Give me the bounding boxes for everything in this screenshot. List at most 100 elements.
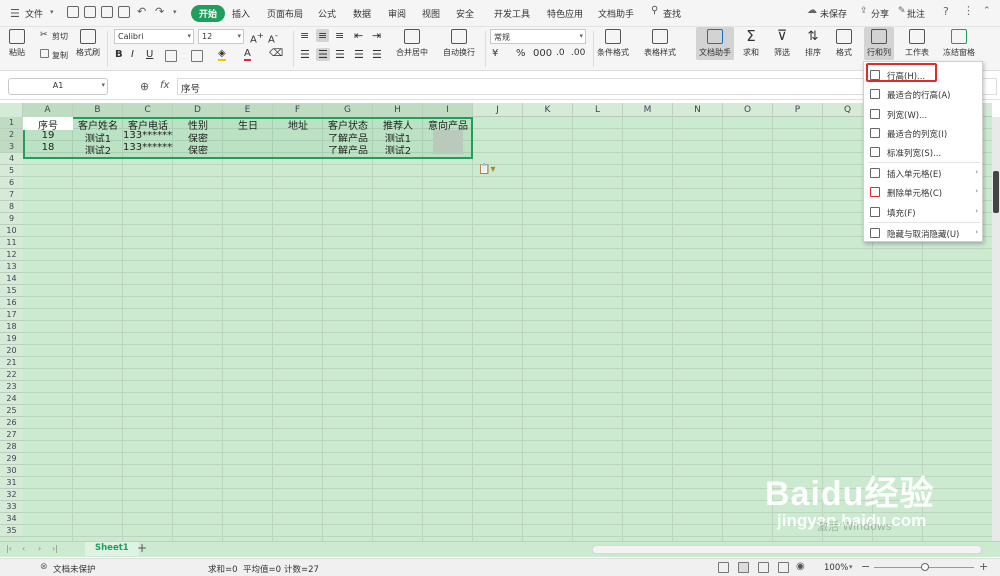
wrap-text-button[interactable]: 自动换行 <box>443 29 475 58</box>
column-header-d[interactable]: D <box>173 103 223 117</box>
row-header-20[interactable]: 20 <box>0 345 23 357</box>
currency-icon[interactable]: ¥ <box>492 48 498 59</box>
menu-item-std-col-width[interactable]: 标准列宽(S)... <box>864 143 984 162</box>
fx-icon[interactable]: fx <box>160 80 169 91</box>
header-cell[interactable]: 生日 <box>223 117 273 130</box>
data-cell[interactable]: 了解产品 <box>323 142 373 154</box>
zoom-formula-icon[interactable]: ⊕ <box>140 80 149 93</box>
row-header-4[interactable]: 4 <box>0 153 23 165</box>
menu-item-fit-col-width[interactable]: 最适合的列宽(I) <box>864 124 984 143</box>
data-cell[interactable] <box>433 130 463 142</box>
data-cell[interactable] <box>223 142 273 154</box>
row-header-26[interactable]: 26 <box>0 417 23 429</box>
data-cell[interactable] <box>273 130 323 142</box>
zoom-dropdown-icon[interactable]: ▾ <box>849 563 853 571</box>
row-header-32[interactable]: 32 <box>0 489 23 501</box>
conditional-format-button[interactable]: 条件格式 <box>597 29 629 58</box>
copy-button[interactable]: 复制 <box>52 50 68 61</box>
row-header-8[interactable]: 8 <box>0 201 23 213</box>
print-preview-icon[interactable] <box>84 6 96 18</box>
format-button[interactable]: 格式 <box>836 29 852 58</box>
row-header-7[interactable]: 7 <box>0 189 23 201</box>
select-all-corner[interactable] <box>0 103 23 117</box>
comment-icon[interactable]: ✎ <box>898 6 906 16</box>
view-normal-icon[interactable] <box>718 562 729 573</box>
redo-icon[interactable]: ↷ <box>155 5 164 18</box>
number-format-select[interactable]: 常规 ▾ <box>490 29 586 44</box>
row-header-1[interactable]: 1 <box>0 117 23 129</box>
header-cell[interactable]: 客户姓名 <box>73 117 123 130</box>
view-page-break-icon[interactable] <box>778 562 789 573</box>
header-cell[interactable]: 推荐人 <box>373 117 423 130</box>
header-cell[interactable]: 客户电话 <box>123 117 173 130</box>
print-icon[interactable] <box>101 6 113 18</box>
cloud-icon[interactable]: ☁ <box>807 5 817 16</box>
data-cell[interactable] <box>433 142 463 154</box>
row-header-25[interactable]: 25 <box>0 405 23 417</box>
more-icon[interactable]: ⋮ <box>963 4 974 17</box>
copy-icon[interactable] <box>40 49 49 58</box>
align-middle-icon[interactable]: ≡ <box>316 29 330 42</box>
view-grid-icon[interactable] <box>738 562 749 573</box>
tab-data[interactable]: 数据 <box>353 7 371 20</box>
paste-button[interactable]: 粘贴 <box>9 29 25 58</box>
row-header-34[interactable]: 34 <box>0 513 23 525</box>
row-header-33[interactable]: 33 <box>0 501 23 513</box>
row-header-6[interactable]: 6 <box>0 177 23 189</box>
row-header-24[interactable]: 24 <box>0 393 23 405</box>
column-header-p[interactable]: P <box>773 103 823 117</box>
paste-options-icon[interactable]: 📋▾ <box>478 164 495 175</box>
search-label[interactable]: 查找 <box>663 7 681 20</box>
menu-item-insert-cell[interactable]: 插入单元格(E) › <box>864 164 984 183</box>
add-sheet-button[interactable]: + <box>137 541 147 555</box>
cut-button[interactable]: 剪切 <box>52 31 68 42</box>
menu-item-col-width[interactable]: 列宽(W)... <box>864 105 984 124</box>
collapse-ribbon-icon[interactable]: ⌃ <box>983 6 991 16</box>
doc-protect-status[interactable]: 文档未保护 <box>53 563 96 575</box>
row-header-23[interactable]: 23 <box>0 381 23 393</box>
row-header-30[interactable]: 30 <box>0 465 23 477</box>
doc-assistant-button[interactable]: 文档助手 <box>696 27 734 60</box>
column-header-i[interactable]: I <box>423 103 473 117</box>
font-size-select[interactable]: 12 ▾ <box>198 29 244 44</box>
decimal-decrease-icon[interactable]: .00 <box>571 48 585 58</box>
search-icon[interactable]: ⚲ <box>651 5 658 16</box>
sheet-tab-sheet1[interactable]: Sheet1 <box>85 542 139 556</box>
unsaved-label[interactable]: 未保存 <box>820 7 847 20</box>
header-cell[interactable]: 地址 <box>273 117 323 130</box>
menu-item-delete-cell[interactable]: 删除单元格(C) › <box>864 183 984 202</box>
last-sheet-icon[interactable]: ›| <box>52 544 58 553</box>
column-header-h[interactable]: H <box>373 103 423 117</box>
scroll-thumb[interactable] <box>993 171 999 213</box>
row-header-31[interactable]: 31 <box>0 477 23 489</box>
prev-sheet-icon[interactable]: ‹ <box>22 544 25 553</box>
sort-button[interactable]: ⇅ 排序 <box>805 29 821 58</box>
help-icon[interactable]: ? <box>943 5 949 18</box>
decimal-increase-icon[interactable]: .0 <box>556 48 565 58</box>
row-header-14[interactable]: 14 <box>0 273 23 285</box>
hamburger-icon[interactable]: ☰ <box>10 7 20 20</box>
data-cell[interactable]: 测试1 <box>373 130 423 142</box>
rows-cols-button[interactable]: 行和列 <box>864 27 894 60</box>
comment-button[interactable]: 批注 <box>907 7 925 20</box>
data-cell[interactable]: 保密 <box>173 142 223 154</box>
horizontal-scrollbar[interactable] <box>592 545 982 554</box>
tab-page-layout[interactable]: 页面布局 <box>267 7 303 20</box>
percent-icon[interactable]: % <box>516 48 526 59</box>
increase-font-icon[interactable]: A+ <box>250 30 264 45</box>
tab-doc-assistant[interactable]: 文档助手 <box>598 7 634 20</box>
row-header-21[interactable]: 21 <box>0 357 23 369</box>
indent-decrease-icon[interactable]: ⇤ <box>354 29 363 42</box>
merge-center-button[interactable]: 合并居中 <box>396 29 428 58</box>
row-header-10[interactable]: 10 <box>0 225 23 237</box>
data-cell[interactable]: 18 <box>23 142 73 154</box>
merge-border-icon[interactable] <box>191 50 203 62</box>
row-header-22[interactable]: 22 <box>0 369 23 381</box>
quick-access-dropdown-icon[interactable]: ▾ <box>173 8 177 16</box>
view-page-layout-icon[interactable] <box>758 562 769 573</box>
data-cell[interactable]: 133******* <box>123 142 173 154</box>
zoom-in-icon[interactable]: + <box>979 560 988 573</box>
table-style-button[interactable]: 表格样式 <box>644 29 676 58</box>
column-header-g[interactable]: G <box>323 103 373 117</box>
filter-button[interactable]: ⊽ 筛选 <box>774 29 790 58</box>
